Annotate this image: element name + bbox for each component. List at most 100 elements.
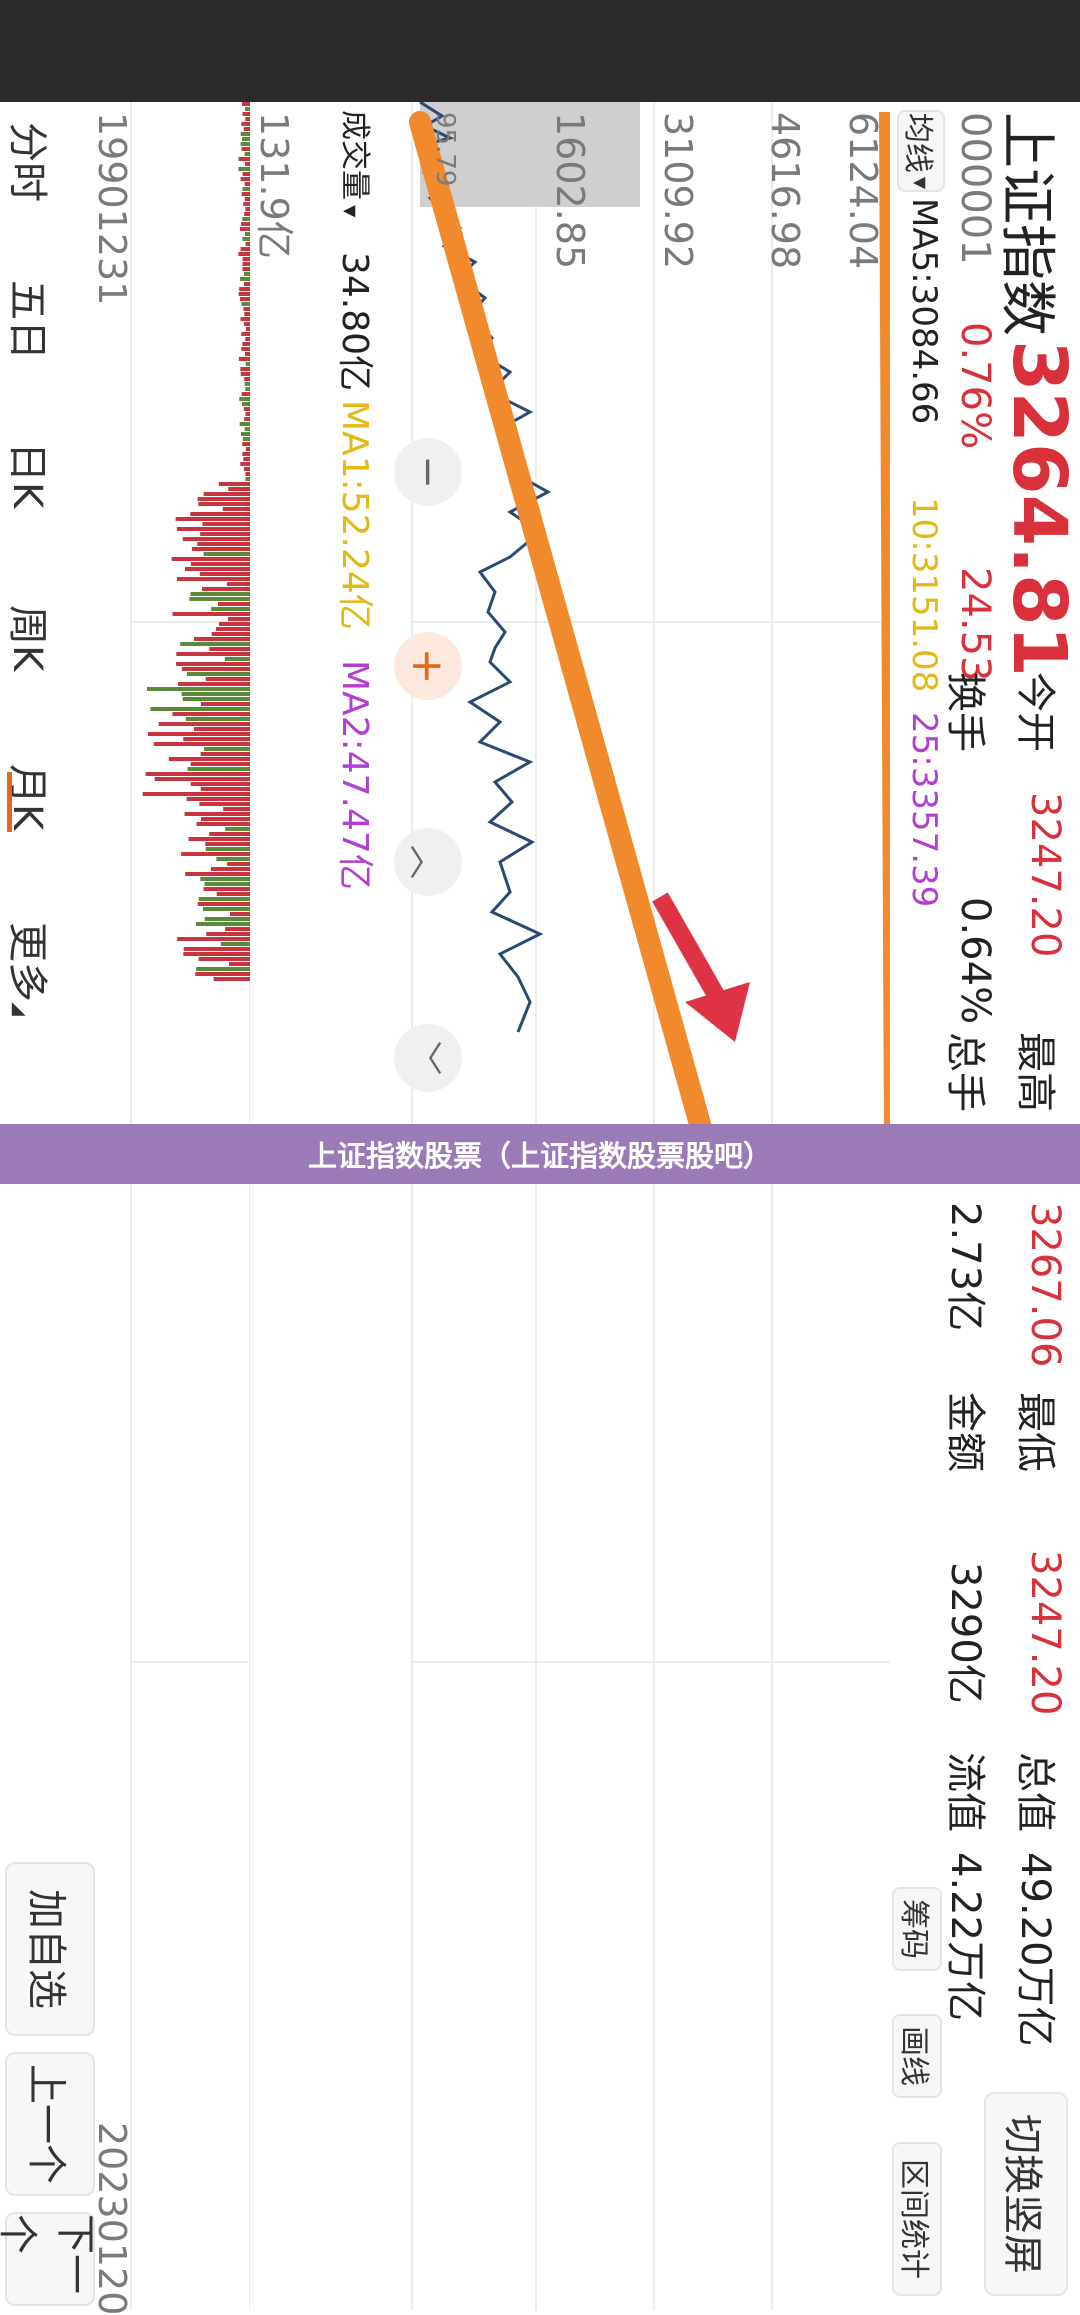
- volume-bar: [197, 542, 250, 546]
- volume-bar: [203, 552, 250, 556]
- volume-bar: [198, 957, 250, 961]
- tab-five-day[interactable]: 五日: [2, 280, 60, 360]
- volume-bar: [245, 387, 250, 391]
- add-watchlist-button[interactable]: 加自选: [5, 1862, 95, 2036]
- volume-bar: [142, 792, 250, 796]
- volume-bar: [239, 422, 250, 426]
- volume-bar: [244, 197, 250, 201]
- volume-bar: [185, 872, 250, 876]
- volume-bar: [239, 397, 250, 401]
- next-button[interactable]: 下一个: [0, 2212, 98, 2306]
- volume-bar: [242, 112, 250, 116]
- tab-daily-k[interactable]: 日K: [2, 442, 60, 508]
- volume-bar: [150, 707, 250, 711]
- price-axis-label: 3109.92: [656, 112, 700, 270]
- volume-bar: [175, 517, 250, 521]
- volume-bar: [245, 472, 250, 476]
- previous-button[interactable]: 上一个: [5, 2052, 95, 2196]
- volume-bar: [241, 122, 250, 126]
- volume-ma2: MA2:47.47亿: [334, 660, 375, 890]
- price-axis-label: 95.79: [430, 112, 460, 187]
- volume-bar: [242, 102, 250, 106]
- volume-bar: [195, 972, 250, 976]
- volume-bar: [240, 297, 250, 301]
- volume-bar: [196, 967, 250, 971]
- volume-bar: [204, 917, 250, 921]
- volume-bar: [209, 832, 250, 836]
- volume-bar: [186, 672, 250, 676]
- volume-bar: [241, 192, 250, 196]
- volume-bar: [243, 202, 250, 206]
- volume-bar: [241, 347, 250, 351]
- volume-bar: [184, 567, 250, 571]
- tab-more[interactable]: 更多◢: [2, 922, 60, 1016]
- volume-bar: [242, 442, 250, 446]
- volume-bar: [244, 232, 250, 236]
- volume-dropdown-label: 成交量: [337, 110, 372, 200]
- volume-bar: [240, 247, 250, 251]
- volume-bar: [242, 342, 250, 346]
- volume-bar: [242, 452, 250, 456]
- caption-banner: 上证指数股票（上证指数股票股吧）: [0, 1124, 1080, 1184]
- tab-weekly-k[interactable]: 周K: [2, 605, 60, 671]
- volume-bar: [242, 257, 250, 261]
- volume-bar: [242, 402, 250, 406]
- volume-bar: [243, 307, 250, 311]
- zoom-in-icon: +: [402, 647, 454, 685]
- volume-bar: [203, 492, 250, 496]
- volume-bar: [240, 372, 250, 376]
- volume-dropdown[interactable]: 成交量 ▼: [336, 110, 380, 217]
- volume-chart: [130, 102, 250, 2310]
- volume-bar: [242, 187, 250, 191]
- volume-bar: [244, 377, 250, 381]
- volume-bar: [245, 242, 250, 246]
- zoom-in-button[interactable]: +: [394, 632, 462, 700]
- volume-bar: [182, 537, 250, 541]
- volume-bar: [154, 777, 250, 781]
- volume-bar: [168, 757, 250, 761]
- volume-bar: [180, 642, 250, 646]
- volume-bar: [201, 702, 250, 706]
- scroll-up-button[interactable]: ︿: [394, 828, 462, 896]
- start-date: 19901231: [90, 112, 134, 306]
- tab-intraday[interactable]: 分时: [2, 122, 60, 202]
- chevron-up-icon: ︿: [404, 845, 445, 879]
- volume-bar: [243, 407, 250, 411]
- volume-bar: [239, 227, 250, 231]
- volume-bars: [142, 102, 250, 981]
- volume-bar: [228, 962, 250, 966]
- zoom-out-button[interactable]: −: [394, 438, 462, 506]
- volume-bar: [241, 332, 250, 336]
- volume-axis-label: 131.9亿: [252, 112, 296, 259]
- volume-bar: [242, 267, 250, 271]
- volume-bar: [202, 907, 250, 911]
- volume-bar: [216, 892, 250, 896]
- volume-bar: [242, 172, 250, 176]
- price-axis-label: 4616.98: [763, 112, 807, 270]
- volume-bar: [200, 532, 250, 536]
- active-tab-indicator: [7, 772, 12, 832]
- system-status-bar: [0, 0, 1080, 102]
- volume-bar: [188, 837, 250, 841]
- volume-bar: [227, 862, 250, 866]
- volume-bar: [218, 622, 250, 626]
- volume-bar: [220, 942, 250, 946]
- volume-bar: [217, 602, 250, 606]
- volume-bar: [181, 692, 250, 696]
- volume-bar: [244, 182, 250, 186]
- volume-bar: [242, 137, 250, 141]
- volume-bar: [198, 502, 250, 506]
- scroll-down-button[interactable]: ﹀: [394, 1024, 462, 1092]
- volume-bar: [145, 772, 250, 776]
- volume-bar: [183, 947, 250, 951]
- price-axis-label: 1602.85: [548, 112, 592, 270]
- volume-bar: [202, 522, 250, 526]
- volume-bar: [241, 432, 250, 436]
- volume-bar: [198, 897, 250, 901]
- volume-bar: [209, 647, 250, 651]
- volume-bar: [245, 337, 250, 341]
- volume-bar: [187, 767, 250, 771]
- volume-bar: [200, 787, 250, 791]
- volume-bar: [177, 937, 250, 941]
- volume-bar: [216, 627, 250, 631]
